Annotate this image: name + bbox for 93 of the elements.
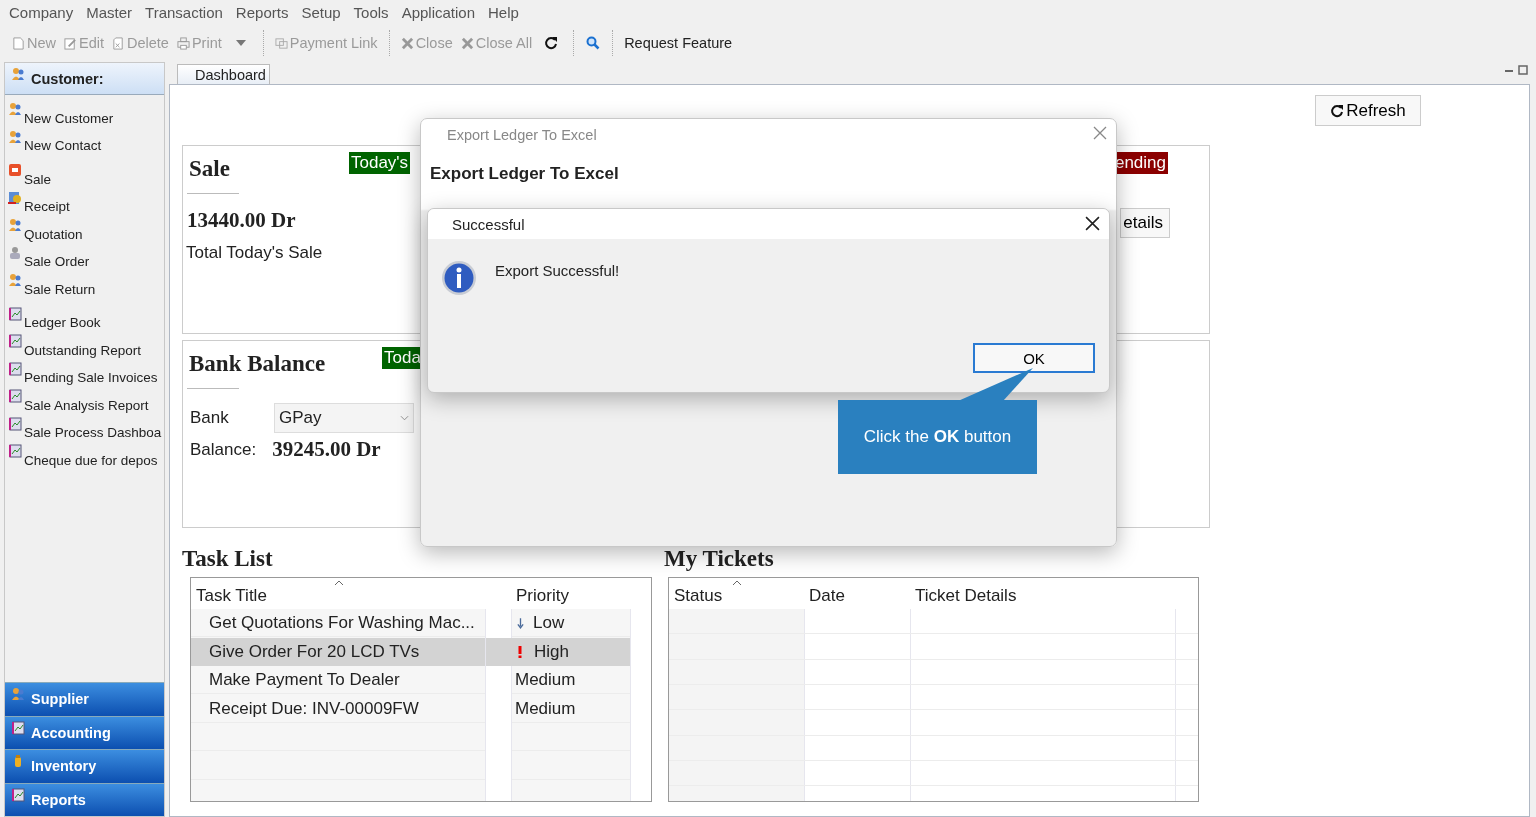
report-icon: [8, 334, 22, 348]
menu-item[interactable]: Transaction: [140, 3, 228, 21]
sidebar-item[interactable]: Cheque due for depos: [5, 440, 164, 468]
card-title: Bank Balance: [189, 351, 326, 377]
report-icon: [11, 720, 25, 735]
link-icon: [274, 36, 288, 50]
priority-cell: High: [511, 637, 630, 666]
sidebar-item[interactable]: New Customer: [5, 98, 164, 126]
balance-amount: 39245.00 Dr: [272, 437, 381, 462]
report-icon: [8, 389, 22, 403]
column-header[interactable]: Priority: [511, 578, 630, 609]
close-icon[interactable]: [1085, 216, 1100, 231]
menu-item[interactable]: Company: [4, 3, 79, 21]
period-badge: Toda: [382, 347, 423, 369]
sidebar-section[interactable]: Accounting: [5, 715, 164, 749]
refresh-icon: [1330, 103, 1345, 118]
ok-button[interactable]: OK: [973, 343, 1095, 373]
menu-item[interactable]: Master: [81, 3, 138, 21]
refresh-button[interactable]: Refresh: [1315, 95, 1421, 126]
printer-icon: [176, 36, 190, 50]
sidebar-item[interactable]: Ledger Book: [5, 302, 164, 330]
refresh-icon[interactable]: [544, 36, 559, 50]
menu-item[interactable]: Application: [396, 3, 480, 21]
card-title: Sale: [189, 156, 230, 182]
sidebar-item[interactable]: Quotation: [5, 214, 164, 242]
dialog-heading: Export Ledger To Excel: [430, 164, 619, 184]
column-header[interactable]: Date: [804, 578, 910, 609]
period-badge: Today's: [349, 152, 411, 174]
people-icon: [11, 687, 25, 701]
report-icon: [8, 306, 22, 321]
priority-cell-text: Medium: [514, 669, 577, 692]
task-title-cell[interactable]: Make Payment To Dealer: [191, 666, 511, 695]
section-title: My Tickets: [664, 546, 774, 572]
report-icon: [11, 787, 25, 802]
tab[interactable]: Dashboard: [177, 64, 270, 84]
delete-icon: [112, 36, 125, 50]
details-button[interactable]: etails: [1120, 208, 1170, 238]
section-title: Task List: [182, 546, 273, 572]
dialog-message: Export Successful!: [495, 262, 620, 279]
sort-caret-icon[interactable]: [334, 580, 344, 586]
cart-icon: [8, 163, 22, 177]
chevron-down-icon: [400, 415, 409, 421]
column-header[interactable]: Task Title: [191, 578, 486, 609]
sidebar-item[interactable]: Outstanding Report: [5, 330, 164, 358]
bank-label: Bank: [190, 408, 230, 428]
sidebar-item[interactable]: New Contact: [5, 125, 164, 153]
search-icon[interactable]: [586, 36, 601, 50]
sort-caret-icon[interactable]: [732, 580, 742, 586]
sidebar-item[interactable]: Sale Order: [5, 241, 164, 269]
task-title-cell[interactable]: Receipt Due: INV-00009FW: [191, 694, 511, 723]
menu-item[interactable]: Setup: [296, 3, 346, 21]
priority-cell-text: Medium: [514, 697, 577, 720]
info-icon: [441, 259, 477, 297]
close-icon: [460, 36, 474, 50]
sidebar-section[interactable]: Inventory: [5, 749, 164, 783]
people-icon: [8, 273, 22, 287]
sidebar-section[interactable]: Reports: [5, 782, 164, 816]
sidebar-item[interactable]: Sale Process Dashboa: [5, 412, 164, 440]
request-feature-button[interactable]: Request Feature: [622, 35, 735, 51]
sidebar-header[interactable]: Customer:: [5, 63, 164, 95]
dialog-title: Export Ledger To Excel: [447, 127, 597, 143]
bank-select[interactable]: GPay: [274, 403, 414, 433]
sale-amount: 13440.00 Dr: [187, 208, 296, 233]
menu-item[interactable]: Help: [483, 3, 524, 21]
edit-icon: [64, 36, 77, 50]
sidebar-item[interactable]: Receipt: [5, 186, 164, 214]
sidebar-section[interactable]: Supplier: [5, 682, 164, 716]
task-title-cell[interactable]: Give Order For 20 LCD TVs: [191, 637, 511, 666]
receipt-icon: [8, 190, 22, 205]
card-caption: Total Today's Sale: [186, 243, 323, 263]
report-icon: [8, 416, 22, 431]
dialog-title: Successful: [452, 215, 525, 233]
people-icon: [8, 129, 22, 144]
people-icon: [8, 102, 22, 116]
menu-item[interactable]: Tools: [348, 3, 394, 21]
order-icon: [8, 245, 22, 260]
document-icon: [12, 36, 25, 50]
sidebar-item[interactable]: Sale Analysis Report: [5, 385, 164, 413]
report-icon: [8, 361, 22, 376]
balance-label: Balance:: [190, 439, 257, 460]
people-icon: [8, 218, 22, 232]
task-title-cell[interactable]: Get Quotations For Washing Mac...: [191, 609, 511, 638]
restore-icon[interactable]: [1518, 65, 1528, 75]
column-header[interactable]: Ticket Details: [910, 578, 1175, 609]
column-header[interactable]: Status: [669, 578, 804, 609]
sidebar-item[interactable]: Sale: [5, 159, 164, 187]
report-icon: [8, 444, 22, 458]
sidebar-item[interactable]: Pending Sale Invoices: [5, 357, 164, 385]
people-icon: [11, 67, 25, 81]
priority-cell: Low: [511, 609, 630, 638]
sidebar-item[interactable]: Sale Return: [5, 269, 164, 297]
close-icon: [400, 36, 414, 50]
menu-item[interactable]: Reports: [230, 3, 294, 21]
